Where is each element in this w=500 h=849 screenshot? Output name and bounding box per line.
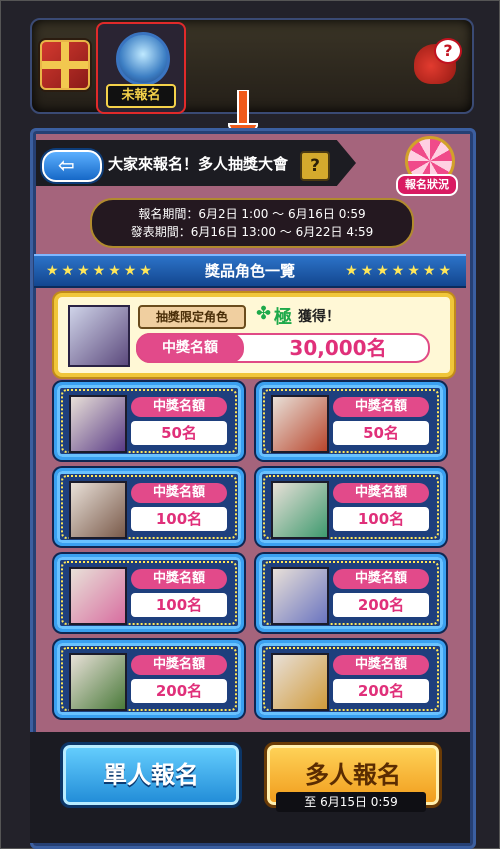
- avatar: [116, 32, 170, 86]
- group-entry-deadline: 至 6月15日 0:59: [276, 792, 426, 812]
- prize-card[interactable]: 中獎名額 200名: [256, 640, 446, 718]
- limited-character-tag: 抽獎限定角色: [138, 305, 246, 329]
- prize-portrait: [69, 567, 127, 625]
- grand-winners-value: 30,000名: [289, 336, 387, 360]
- prize-portrait: [271, 395, 329, 453]
- entry-status-label: 未報名: [106, 84, 176, 108]
- single-entry-button[interactable]: 單人報名: [60, 742, 242, 808]
- section-title: 獎品角色一覽: [204, 262, 295, 280]
- entry-status-button-label: 報名狀況: [396, 174, 458, 196]
- stars-decoration-right: ★★★★★★★: [345, 263, 454, 279]
- prize-portrait: [69, 395, 127, 453]
- winners-value: 50名: [333, 421, 429, 445]
- prize-card[interactable]: 中獎名額 200名: [256, 554, 446, 632]
- winners-value: 200名: [333, 679, 429, 703]
- gift-box-icon[interactable]: [40, 40, 90, 90]
- grand-prize-portrait: [68, 305, 130, 367]
- prize-portrait: [271, 481, 329, 539]
- kiwami-mark: 極: [274, 307, 292, 328]
- grand-prize-card[interactable]: 抽獎限定角色 ✤ 極 獲得！ 中獎名額 30,000名: [54, 293, 454, 377]
- prize-card[interactable]: 中獎名額 100名: [256, 468, 446, 546]
- entry-status-badge[interactable]: 未報名: [96, 22, 186, 114]
- announce-period: 發表期間：6月16日 13:00 〜 6月22日 4:59: [130, 225, 374, 239]
- winners-value: 50名: [131, 421, 227, 445]
- prize-portrait: [69, 481, 127, 539]
- back-arrow-icon: ⇦: [58, 153, 75, 177]
- section-header: ★★★★★★★ 獎品角色一覽 ★★★★★★★: [34, 254, 466, 288]
- winners-value: 200名: [131, 679, 227, 703]
- grand-winners-bar: 中獎名額 30,000名: [136, 333, 430, 363]
- help-button[interactable]: ?: [300, 151, 330, 181]
- prize-card[interactable]: 中獎名額 50名: [256, 382, 446, 460]
- winners-label: 中獎名額: [131, 655, 227, 675]
- winners-label: 中獎名額: [333, 483, 429, 503]
- obtain-text: 獲得！: [298, 309, 340, 325]
- prize-card[interactable]: 中獎名額 100名: [54, 468, 244, 546]
- winners-label: 中獎名額: [131, 569, 227, 589]
- entry-status-button[interactable]: 報名狀況: [396, 136, 458, 198]
- winners-label: 中獎名額: [333, 569, 429, 589]
- back-button[interactable]: ⇦: [42, 150, 102, 182]
- winners-label: 中獎名額: [131, 397, 227, 417]
- help-bubble-icon[interactable]: ?: [434, 38, 462, 64]
- page-title: 大家來報名！多人抽獎大會: [108, 155, 289, 173]
- winners-label: 中獎名額: [131, 483, 227, 503]
- winners-value: 100名: [333, 507, 429, 531]
- winners-label: 中獎名額: [333, 655, 429, 675]
- prize-card[interactable]: 中獎名額 50名: [54, 382, 244, 460]
- prize-portrait: [69, 653, 127, 711]
- prize-portrait: [271, 567, 329, 625]
- period-info: 報名期間：6月2日 1:00 〜 6月16日 0:59 發表期間：6月16日 1…: [90, 198, 414, 248]
- winners-value: 100名: [131, 593, 227, 617]
- entry-period: 報名期間：6月2日 1:00 〜 6月16日 0:59: [138, 207, 366, 221]
- prize-portrait: [271, 653, 329, 711]
- winners-value: 100名: [131, 507, 227, 531]
- winners-value: 200名: [333, 593, 429, 617]
- prize-card[interactable]: 中獎名額 100名: [54, 554, 244, 632]
- stars-decoration-left: ★★★★★★★: [46, 263, 155, 279]
- prize-card[interactable]: 中獎名額 200名: [54, 640, 244, 718]
- clover-icon: ✤: [256, 303, 272, 324]
- winners-label: 中獎名額: [333, 397, 429, 417]
- grand-winners-label: 中獎名額: [136, 333, 244, 363]
